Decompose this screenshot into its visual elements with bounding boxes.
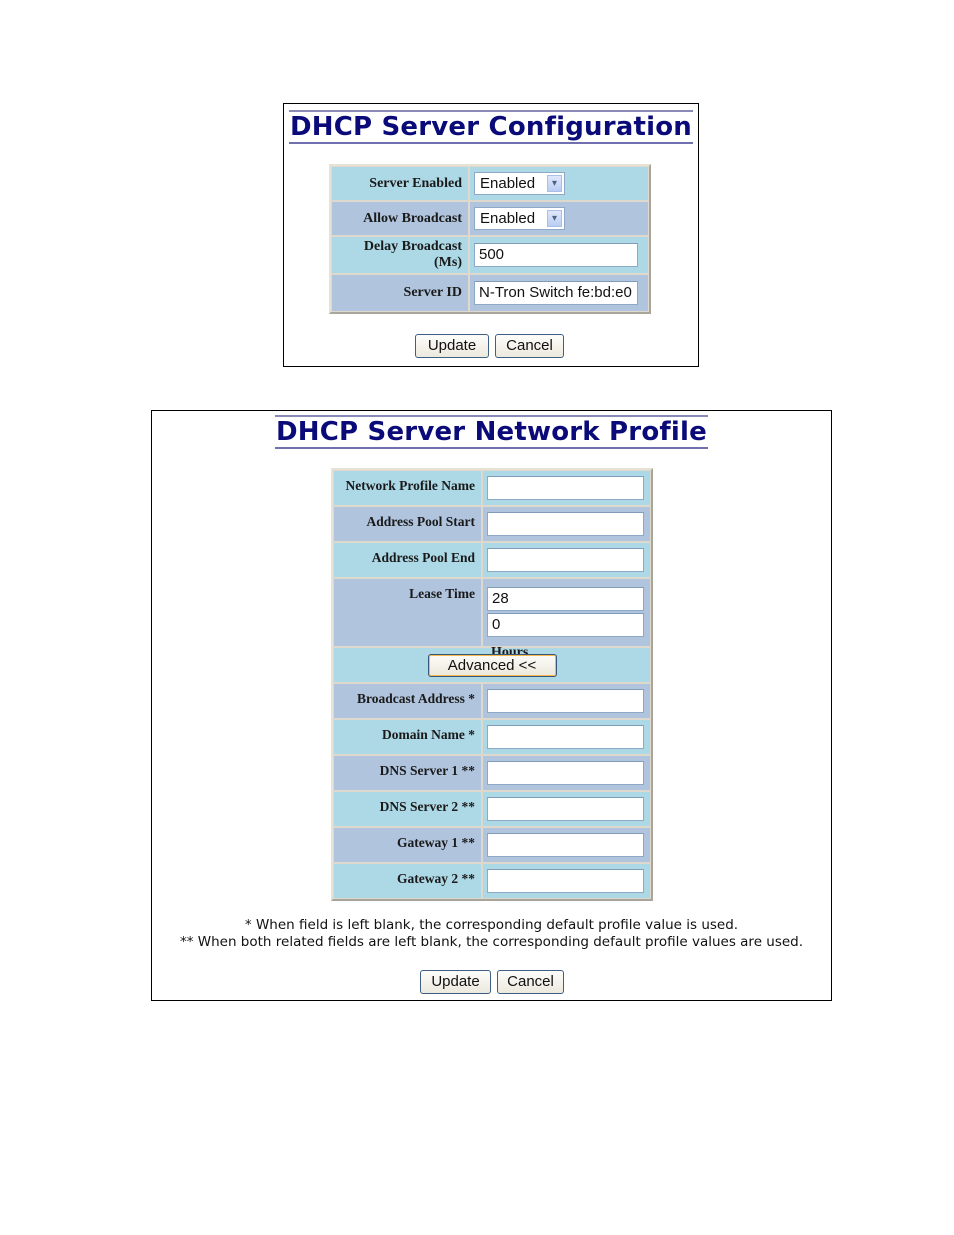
delay-broadcast-input[interactable]: 500	[474, 243, 638, 267]
footnote-double-asterisk: ** When both related fields are left bla…	[179, 934, 804, 950]
allow-broadcast-value: Enabled	[480, 210, 536, 227]
dns-server-2-label: DNS Server 2 **	[333, 791, 482, 827]
network-profile-name-label: Network Profile Name	[333, 470, 482, 506]
lease-hours-input[interactable]: 0	[487, 612, 644, 637]
page-title: DHCP Server Configuration	[288, 110, 694, 144]
profile-form-table: Network Profile Name Address Pool Start …	[331, 468, 653, 901]
domain-name-label: Domain Name *	[333, 719, 482, 755]
row-gateway-1: Gateway 1 **	[333, 827, 651, 863]
dhcp-server-configuration-panel: DHCP Server Configuration Server Enabled…	[283, 103, 699, 367]
row-server-enabled: Server Enabled Enabled ▾	[331, 166, 649, 201]
row-network-profile-name: Network Profile Name	[333, 470, 651, 506]
row-broadcast-address: Broadcast Address *	[333, 683, 651, 719]
delay-broadcast-label: Delay Broadcast (Ms)	[331, 236, 469, 274]
row-dns-server-2: DNS Server 2 **	[333, 791, 651, 827]
address-pool-start-label: Address Pool Start	[333, 506, 482, 542]
server-id-label: Server ID	[331, 274, 469, 312]
lease-days-input[interactable]: 28	[487, 586, 644, 611]
gateway-1-input[interactable]	[487, 833, 644, 857]
address-pool-start-input[interactable]	[487, 512, 644, 536]
config-cancel-button[interactable]: Cancel	[495, 334, 564, 358]
dns-server-1-label: DNS Server 1 **	[333, 755, 482, 791]
row-lease-time: Lease Time 28Days 0Hours	[333, 578, 651, 660]
footnote-single-asterisk: * When field is left blank, the correspo…	[244, 917, 739, 933]
broadcast-address-label: Broadcast Address *	[333, 683, 482, 719]
allow-broadcast-select[interactable]: Enabled ▾	[474, 207, 565, 230]
row-allow-broadcast: Allow Broadcast Enabled ▾	[331, 201, 649, 236]
server-enabled-value: Enabled	[480, 175, 536, 192]
chevron-down-icon[interactable]: ▾	[547, 175, 562, 192]
row-address-pool-end: Address Pool End	[333, 542, 651, 578]
address-pool-end-input[interactable]	[487, 548, 644, 572]
dns-server-2-input[interactable]	[487, 797, 644, 821]
profile-update-button[interactable]: Update	[420, 970, 491, 994]
gateway-1-label: Gateway 1 **	[333, 827, 482, 863]
page-title: DHCP Server Network Profile	[275, 415, 708, 449]
footnotes: * When field is left blank, the correspo…	[152, 917, 831, 951]
server-enabled-label: Server Enabled	[331, 166, 469, 201]
lease-time-label: Lease Time	[333, 578, 482, 647]
dns-server-1-input[interactable]	[487, 761, 644, 785]
config-form-table: Server Enabled Enabled ▾ Allow Broadcast…	[329, 164, 651, 314]
profile-cancel-button[interactable]: Cancel	[497, 970, 564, 994]
row-server-id: Server ID N-Tron Switch fe:bd:e0	[331, 274, 649, 312]
domain-name-input[interactable]	[487, 725, 644, 749]
row-address-pool-start: Address Pool Start	[333, 506, 651, 542]
dhcp-server-network-profile-panel: DHCP Server Network Profile Network Prof…	[151, 410, 832, 1001]
config-update-button[interactable]: Update	[415, 334, 489, 358]
server-id-input[interactable]: N-Tron Switch fe:bd:e0	[474, 281, 638, 305]
row-gateway-2: Gateway 2 **	[333, 863, 651, 899]
row-dns-server-1: DNS Server 1 **	[333, 755, 651, 791]
address-pool-end-label: Address Pool End	[333, 542, 482, 578]
advanced-toggle-button[interactable]: Advanced <<	[427, 653, 557, 677]
allow-broadcast-label: Allow Broadcast	[331, 201, 469, 236]
broadcast-address-input[interactable]	[487, 689, 644, 713]
network-profile-name-input[interactable]	[487, 476, 644, 500]
row-delay-broadcast: Delay Broadcast (Ms) 500	[331, 236, 649, 274]
gateway-2-label: Gateway 2 **	[333, 863, 482, 899]
chevron-down-icon[interactable]: ▾	[547, 210, 562, 227]
gateway-2-input[interactable]	[487, 869, 644, 893]
server-enabled-select[interactable]: Enabled ▾	[474, 172, 565, 195]
row-domain-name: Domain Name *	[333, 719, 651, 755]
